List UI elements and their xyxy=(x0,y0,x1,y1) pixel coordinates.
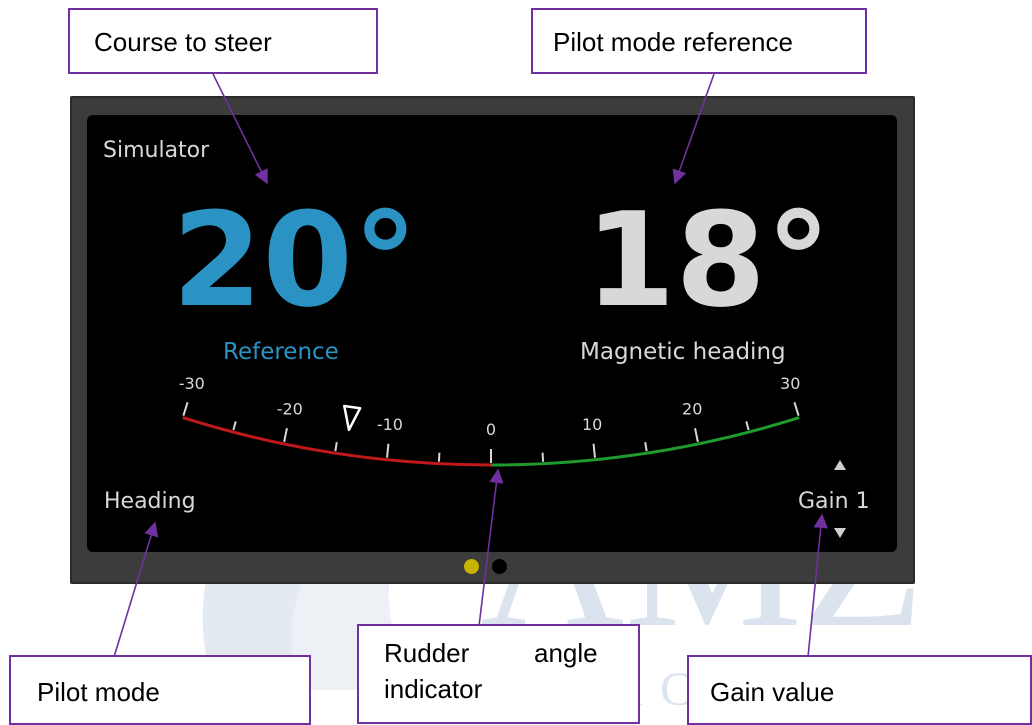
callout-pilot-mode: Pilot mode xyxy=(9,655,311,725)
rudder-tick xyxy=(387,444,388,458)
rudder-angle-pointer-icon xyxy=(341,406,360,431)
rudder-tick-label: 20 xyxy=(682,399,702,418)
callout-rudder-text-line2: indicator xyxy=(384,674,482,705)
page-indicator-dot-active[interactable] xyxy=(464,559,479,574)
callout-rudder-text-word1: Rudder xyxy=(384,638,469,669)
callout-pilot-mode-reference: Pilot mode reference xyxy=(531,8,867,74)
callout-gain-value: Gain value xyxy=(687,655,1032,725)
callout-course-to-steer-text: Course to steer xyxy=(94,27,272,58)
callout-rudder-angle-indicator: Rudder angle indicator xyxy=(357,624,640,724)
rudder-arc-starboard xyxy=(491,418,799,465)
callout-rudder-text-word2: angle xyxy=(534,638,598,669)
rudder-tick-label: 0 xyxy=(486,420,496,439)
gain-value[interactable]: Gain 1 xyxy=(798,489,870,514)
callout-gain-value-text: Gain value xyxy=(710,677,834,708)
pilot-mode-value[interactable]: Heading xyxy=(104,489,196,514)
rudder-tick xyxy=(645,442,646,451)
rudder-tick xyxy=(594,444,595,458)
rudder-tick xyxy=(746,421,748,430)
gain-down-arrow-icon[interactable] xyxy=(834,528,846,538)
page-indicator-dot[interactable] xyxy=(492,559,507,574)
rudder-tick-label: 10 xyxy=(582,415,602,434)
rudder-tick xyxy=(284,428,287,442)
gain-up-arrow-icon[interactable] xyxy=(834,460,846,470)
rudder-tick xyxy=(335,442,336,451)
rudder-tick xyxy=(794,402,798,415)
callout-course-to-steer: Course to steer xyxy=(68,8,378,74)
rudder-tick-label: -10 xyxy=(377,415,403,434)
rudder-arc-port xyxy=(183,418,491,465)
callout-pilot-mode-reference-text: Pilot mode reference xyxy=(553,27,793,58)
rudder-tick xyxy=(183,402,187,415)
rudder-tick-label: 30 xyxy=(780,374,800,393)
rudder-tick-label: -20 xyxy=(277,399,303,418)
rudder-tick xyxy=(695,428,698,442)
rudder-tick xyxy=(233,421,235,430)
callout-pilot-mode-text: Pilot mode xyxy=(37,677,160,708)
rudder-tick-label: -30 xyxy=(179,374,205,393)
rudder-angle-gauge: -30 -20 -10 0 10 20 30 xyxy=(0,0,1032,722)
